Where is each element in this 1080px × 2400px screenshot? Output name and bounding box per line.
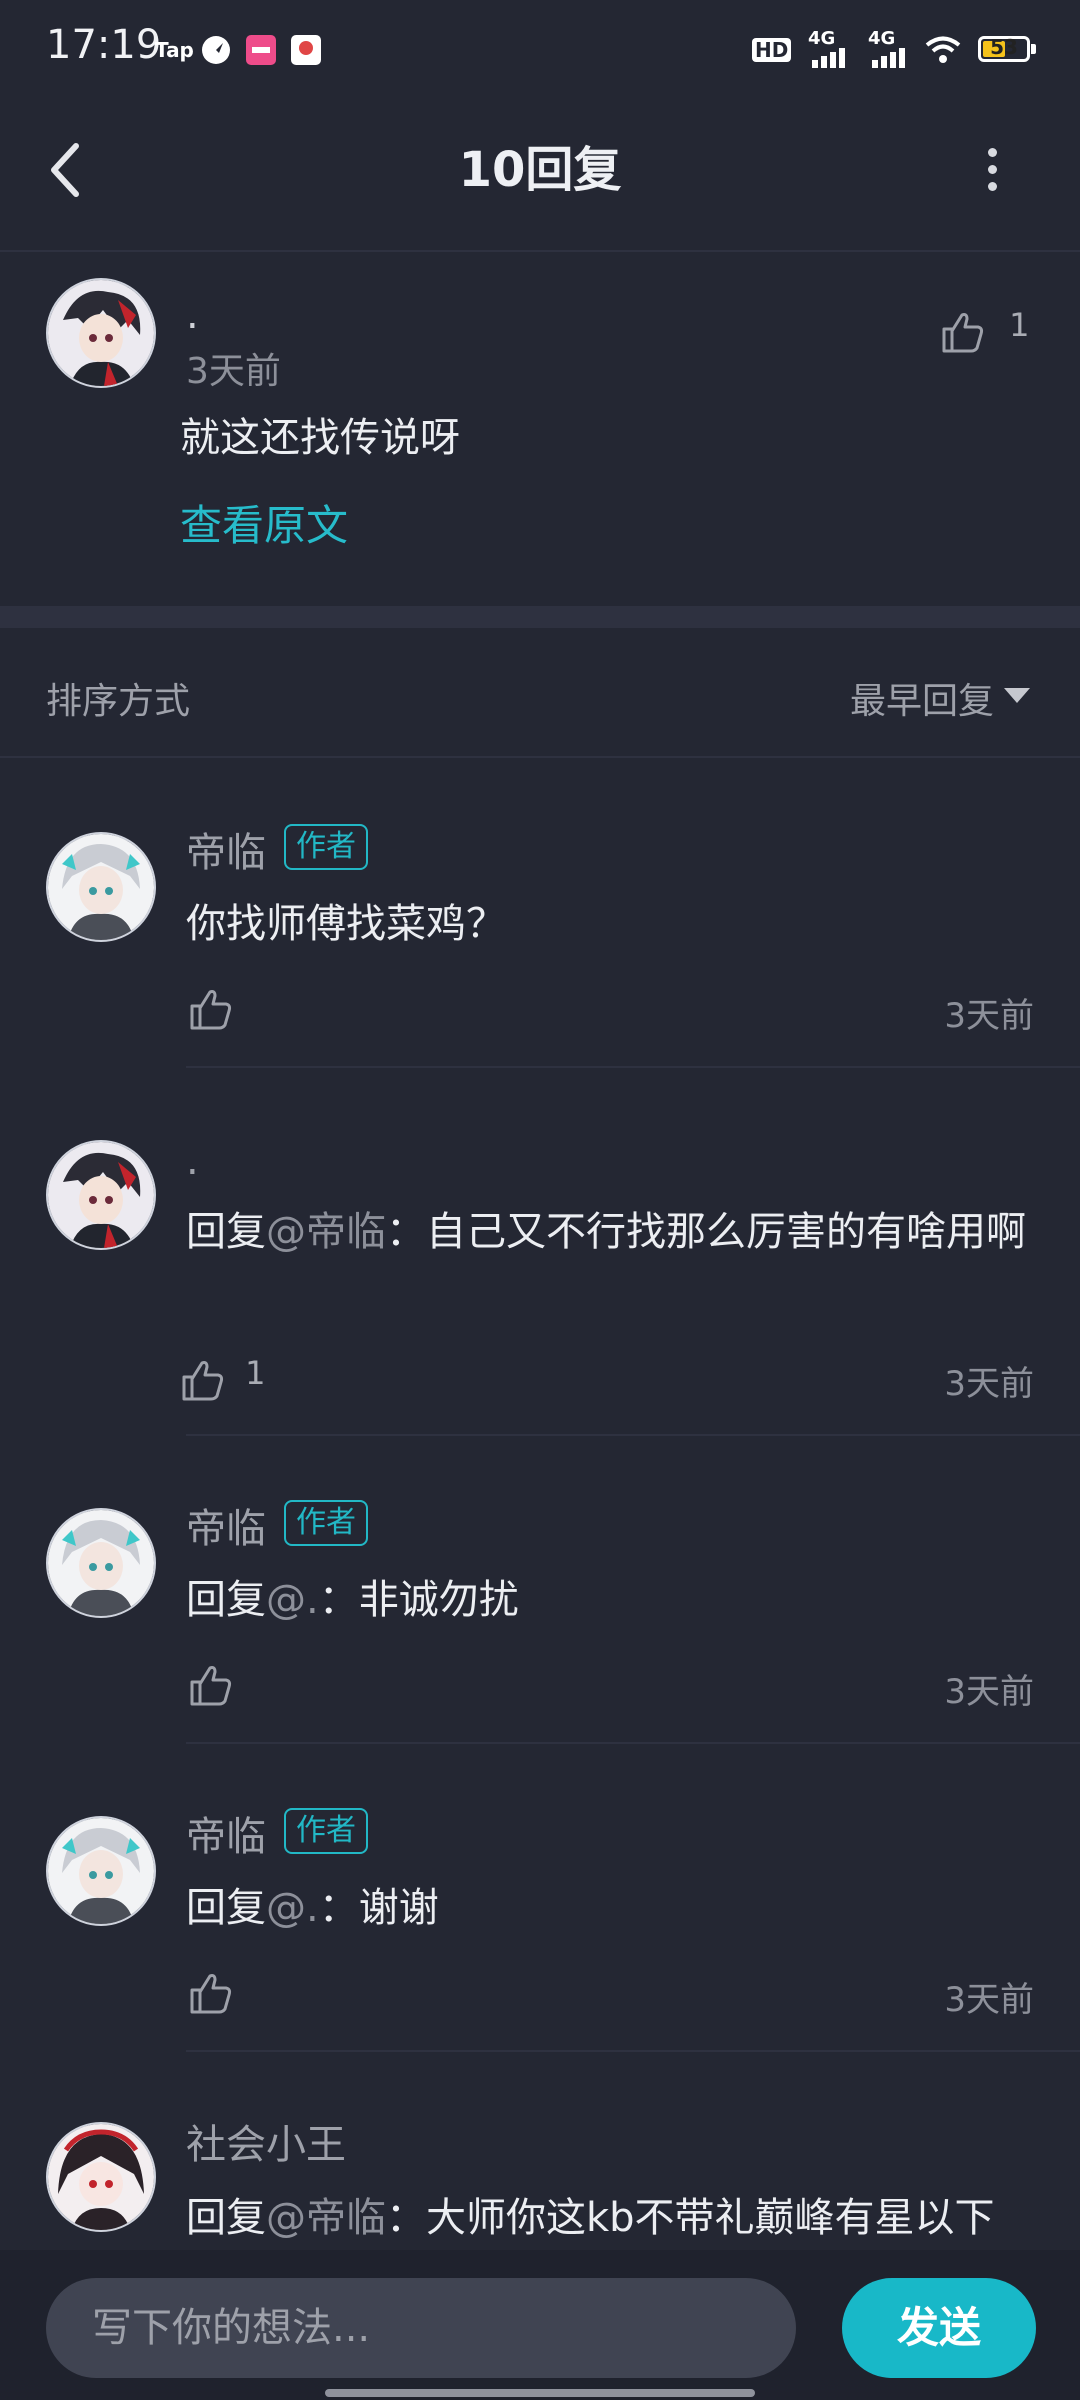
reply-divider bbox=[186, 1434, 1080, 1436]
sort-dropdown[interactable]: 最早回复 bbox=[850, 672, 994, 724]
section-divider bbox=[0, 606, 1080, 628]
reply-prefix: 回复 bbox=[186, 1577, 266, 1623]
original-author-name[interactable]: . bbox=[186, 292, 199, 338]
map-pin-icon bbox=[291, 35, 321, 65]
reply-divider bbox=[186, 1066, 1080, 1068]
thumbs-up-icon[interactable] bbox=[188, 986, 234, 1032]
reply-author-name[interactable]: . bbox=[186, 1138, 199, 1184]
reply-text: 回复@.：谢谢 bbox=[186, 1878, 1046, 1938]
reply-author-name[interactable]: 帝临 bbox=[186, 820, 266, 878]
reply-body: ：大师你这kb不带礼巅峰有星以下 bbox=[386, 2195, 995, 2241]
reply-prefix: 回复 bbox=[186, 1209, 266, 1255]
sort-divider bbox=[0, 756, 1080, 758]
avatar[interactable] bbox=[46, 1816, 156, 1926]
reply-time: 3天前 bbox=[944, 1980, 1034, 2020]
battery-nub bbox=[1031, 44, 1036, 54]
hd-label: HD bbox=[752, 38, 792, 62]
status-right-icons: HD 4G 4G bbox=[750, 28, 980, 72]
more-vertical-icon[interactable] bbox=[985, 148, 999, 191]
reply-text: 你找师傅找菜鸡？ bbox=[186, 894, 1046, 954]
battery-text: 53 bbox=[990, 35, 1018, 59]
original-comment-text: 就这还找传说呀 bbox=[180, 415, 460, 461]
author-badge: 作者 bbox=[284, 824, 368, 870]
reply-prefix: 回复 bbox=[186, 2195, 266, 2241]
reply-mention[interactable]: @. bbox=[266, 1577, 319, 1623]
reply-time: 3天前 bbox=[944, 1672, 1034, 1712]
avatar[interactable] bbox=[46, 1140, 156, 1250]
sort-label: 排序方式 bbox=[46, 681, 191, 722]
reply-text: 回复@帝临：大师你这kb不带礼巅峰有星以下 bbox=[186, 2188, 1066, 2250]
reply-divider bbox=[186, 2050, 1080, 2052]
original-time: 3天前 bbox=[186, 351, 281, 392]
reply-like-button[interactable]: 1 bbox=[180, 1354, 265, 1403]
status-app-icons: Tap bbox=[155, 30, 325, 70]
reply-mention[interactable]: @帝临 bbox=[266, 2195, 386, 2241]
reply-time: 3天前 bbox=[944, 996, 1034, 1036]
lofter-icon bbox=[246, 35, 276, 65]
wifi-icon bbox=[925, 36, 961, 63]
page-title: 10回复 bbox=[458, 142, 622, 198]
avatar[interactable] bbox=[46, 278, 156, 388]
signal-icon-2 bbox=[872, 48, 905, 68]
avatar[interactable] bbox=[46, 2122, 156, 2232]
reply-mention[interactable]: @. bbox=[266, 1885, 319, 1931]
reply-text: 回复@帝临：自己又不行找那么厉害的有啥用啊 bbox=[186, 1202, 1046, 1262]
reply-text: 回复@.：非诚勿扰 bbox=[186, 1570, 1046, 1630]
tap-icon: Tap bbox=[155, 38, 194, 62]
caret-down-icon[interactable] bbox=[1004, 688, 1030, 703]
view-original-link[interactable]: 查看原文 bbox=[180, 492, 348, 553]
like-count: 1 bbox=[1009, 306, 1030, 344]
thumbs-up-icon bbox=[182, 1360, 224, 1400]
author-badge: 作者 bbox=[284, 1808, 368, 1854]
header-divider bbox=[0, 250, 1080, 252]
thumbs-up-icon[interactable] bbox=[188, 1970, 234, 2016]
reply-body: ：非诚勿扰 bbox=[318, 1577, 519, 1623]
reply-divider bbox=[186, 1742, 1080, 1744]
reply-author-name[interactable]: 帝临 bbox=[186, 1496, 266, 1554]
reply-body: ：谢谢 bbox=[318, 1885, 439, 1931]
original-like-button[interactable]: 1 bbox=[940, 306, 1029, 355]
thumbs-up-icon bbox=[942, 312, 984, 352]
avatar[interactable] bbox=[46, 1508, 156, 1618]
home-indicator[interactable] bbox=[325, 2389, 755, 2397]
battery-icon: 53 bbox=[978, 35, 1030, 62]
comment-input[interactable]: 写下你的想法... bbox=[46, 2278, 796, 2378]
reply-mention[interactable]: @帝临 bbox=[266, 1209, 386, 1255]
reply-author-name[interactable]: 帝临 bbox=[186, 1804, 266, 1862]
signal-icon-1 bbox=[812, 48, 845, 68]
reply-prefix: 回复 bbox=[186, 1885, 266, 1931]
reply-time: 3天前 bbox=[944, 1364, 1034, 1404]
status-time: 17:19 bbox=[46, 22, 162, 68]
author-badge: 作者 bbox=[284, 1500, 368, 1546]
compass-icon bbox=[202, 36, 230, 64]
reply-author-name[interactable]: 社会小王 bbox=[186, 2112, 346, 2170]
avatar[interactable] bbox=[46, 832, 156, 942]
reply-body: ：自己又不行找那么厉害的有啥用啊 bbox=[386, 1209, 1026, 1255]
reply-body: 你找师傅找菜鸡？ bbox=[186, 901, 506, 947]
thumbs-up-icon[interactable] bbox=[188, 1662, 234, 1708]
like-count: 1 bbox=[245, 1354, 266, 1392]
send-button[interactable]: 发送 bbox=[842, 2278, 1036, 2378]
